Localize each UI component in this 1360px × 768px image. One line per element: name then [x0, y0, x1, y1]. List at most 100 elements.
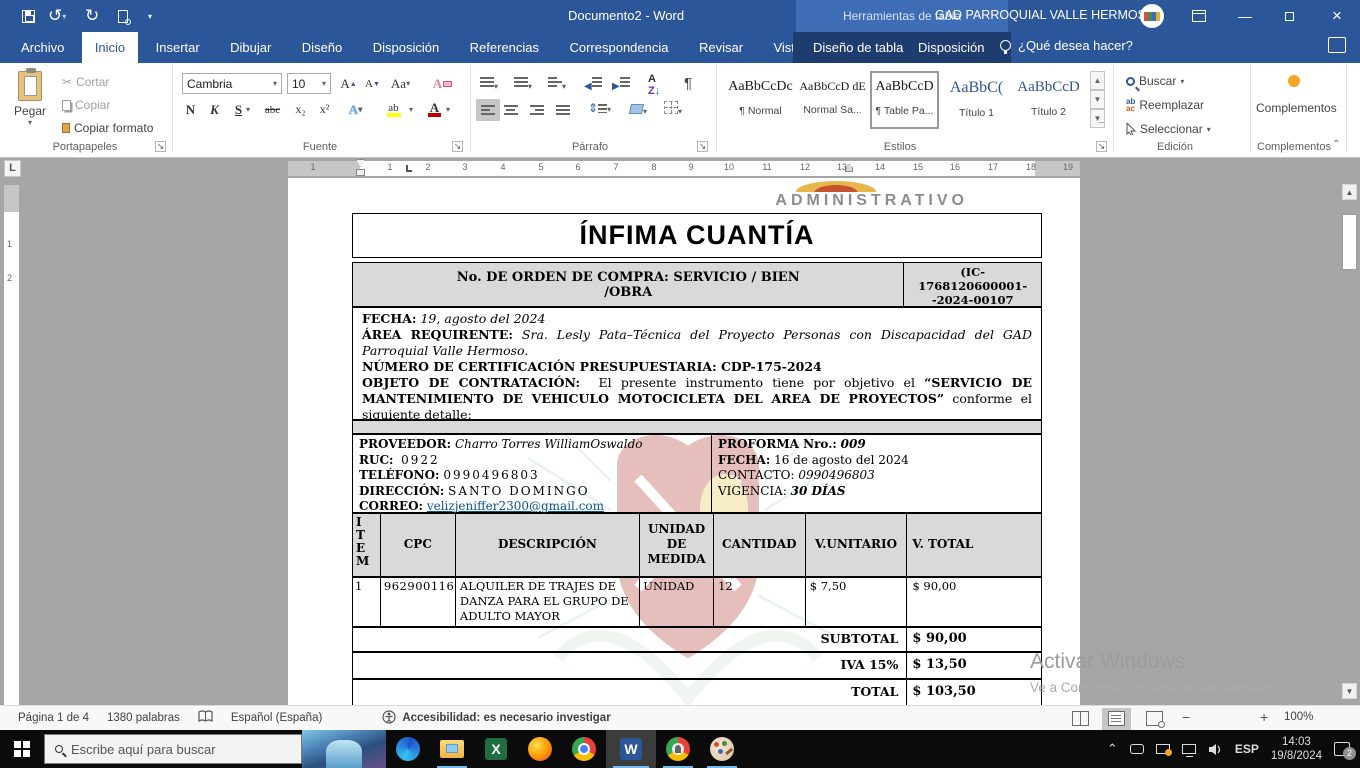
taskbar-edge-icon[interactable] — [386, 730, 430, 768]
shading-button[interactable]: ▾ — [630, 101, 647, 119]
tab-disposicion[interactable]: Disposición — [360, 32, 452, 63]
font-color-caret-icon[interactable]: ▾ — [446, 105, 450, 114]
font-color-button[interactable]: A — [424, 99, 445, 120]
bold-button[interactable]: N — [180, 99, 201, 120]
tray-language[interactable]: ESP — [1235, 742, 1259, 756]
accessibility-icon[interactable] — [382, 710, 396, 727]
tab-selector-box[interactable]: L — [4, 160, 21, 177]
vertical-ruler[interactable]: 12 — [4, 185, 19, 705]
print-preview-icon[interactable] — [118, 4, 128, 28]
superscript-button[interactable]: x² — [314, 99, 335, 120]
underline-caret-icon[interactable]: ▾ — [246, 105, 250, 114]
account-avatar[interactable] — [1140, 4, 1164, 28]
tab-disposicion-tabla[interactable]: Disposición — [905, 32, 997, 63]
save-icon[interactable] — [22, 4, 35, 28]
close-button[interactable]: × — [1320, 0, 1354, 32]
taskbar-firefox-icon[interactable] — [518, 730, 562, 768]
tab-referencias[interactable]: Referencias — [457, 32, 552, 63]
tab-stop-marker[interactable] — [406, 165, 412, 172]
tab-insertar[interactable]: Insertar — [143, 32, 213, 63]
page-indicator[interactable]: Página 1 de 4 — [18, 712, 89, 724]
sort-button[interactable]: AZ↓ — [648, 73, 660, 97]
tab-diseno-de-tabla[interactable]: Diseño de tabla — [800, 32, 916, 63]
language-indicator[interactable]: Español (España) — [231, 712, 322, 724]
decrease-indent-button[interactable]: ◀ — [584, 75, 602, 94]
text-effects-button[interactable]: A▾ — [345, 99, 366, 120]
style-titulo-2[interactable]: AaBbCcDTítulo 2 — [1014, 71, 1083, 129]
italic-button[interactable]: K — [204, 99, 225, 120]
replace-button[interactable]: abacReemplazar — [1126, 98, 1204, 112]
undo-icon[interactable]: ↺▾ — [48, 4, 66, 28]
highlight-button[interactable]: ab — [383, 99, 404, 120]
select-button[interactable]: Seleccionar▾ — [1126, 122, 1211, 136]
tab-dibujar[interactable]: Dibujar — [217, 32, 284, 63]
tell-me-box[interactable]: ¿Qué desea hacer? — [1000, 38, 1133, 53]
change-case-button[interactable]: Aa▾ — [390, 73, 411, 94]
taskbar-chrome-profile-icon[interactable] — [656, 730, 700, 768]
align-right-button[interactable] — [530, 103, 544, 122]
font-name-combo[interactable]: Cambria▾ — [182, 73, 282, 94]
restore-button[interactable] — [1272, 0, 1306, 32]
strikethrough-button[interactable]: abc — [262, 99, 283, 120]
font-size-combo[interactable]: 10▾ — [287, 73, 331, 94]
tab-archivo[interactable]: Archivo — [8, 32, 77, 63]
tray-volume-icon[interactable] — [1208, 743, 1223, 756]
redo-icon[interactable]: ↻ — [85, 4, 99, 28]
read-mode-icon[interactable] — [1072, 711, 1089, 729]
minimize-button[interactable]: — — [1228, 0, 1262, 32]
tray-network-icon[interactable] — [1182, 744, 1196, 754]
highlight-caret-icon[interactable]: ▾ — [409, 105, 413, 114]
tab-revisar[interactable]: Revisar — [686, 32, 756, 63]
borders-button[interactable]: ▾ — [664, 101, 682, 119]
account-name[interactable]: GAD PARROQUIAL VALLE HERMOSO — [935, 8, 1156, 22]
pilcrow-button[interactable]: ¶ — [684, 75, 692, 92]
shrink-font-button[interactable]: A▼ — [362, 73, 383, 94]
taskbar-paint-icon[interactable] — [700, 730, 744, 768]
zoom-out-icon[interactable]: − — [1182, 709, 1190, 725]
numbering-button[interactable]: ▾ — [514, 75, 532, 94]
bullets-button[interactable]: ▾ — [480, 75, 498, 94]
taskbar-search-input[interactable]: Escribe aquí para buscar — [44, 734, 302, 764]
align-left-button[interactable] — [476, 99, 500, 121]
scrollbar-down-icon[interactable]: ▼ — [1342, 683, 1357, 699]
web-layout-icon[interactable] — [1146, 711, 1163, 729]
tray-display-icon[interactable] — [1156, 744, 1170, 754]
align-center-button[interactable] — [504, 103, 518, 122]
justify-button[interactable] — [556, 103, 570, 122]
print-layout-icon[interactable] — [1102, 708, 1131, 732]
styles-gallery-more-icon[interactable]: ▼̲ — [1090, 109, 1105, 128]
clipboard-dialog-launcher-icon[interactable]: ↘ — [155, 141, 166, 152]
tray-chevron-icon[interactable]: ⌃ — [1107, 741, 1118, 757]
clear-formatting-button[interactable]: A — [432, 73, 453, 94]
accessibility-status[interactable]: Accesibilidad: es necesario investigar — [402, 712, 610, 724]
style-table-paragraph[interactable]: AaBbCcD¶ Table Pa... — [870, 71, 939, 129]
ribbon-display-options-icon[interactable] — [1182, 0, 1216, 32]
collapse-ribbon-icon[interactable]: ⌃ — [1332, 139, 1340, 150]
styles-gallery-up-icon[interactable]: ▲ — [1090, 71, 1105, 90]
word-count[interactable]: 1380 palabras — [107, 712, 180, 724]
multilevel-list-button[interactable]: ▾ — [548, 75, 566, 94]
style-normal-sa[interactable]: AaBbCcD dENormal Sa... — [798, 71, 867, 129]
subscript-button[interactable]: x₂ — [290, 99, 311, 120]
style-titulo-1[interactable]: AaBbC(Título 1 — [942, 71, 1011, 129]
left-indent-marker[interactable] — [356, 169, 365, 176]
document-page[interactable]: ADMINISTRATIVO ÍNFIMA CUANTÍA No. DE ORD… — [288, 178, 1080, 705]
paste-button[interactable]: Pegar ▾ — [10, 71, 50, 127]
addins-button[interactable]: Complementos — [1256, 71, 1332, 115]
format-painter-button[interactable]: Copiar formato — [62, 121, 153, 135]
taskbar-excel-icon[interactable]: X — [474, 730, 518, 768]
increase-indent-button[interactable]: ▶ — [612, 75, 630, 94]
copy-button[interactable]: Copiar — [62, 98, 110, 112]
cut-button[interactable]: ✂Cortar — [62, 75, 109, 89]
styles-dialog-launcher-icon[interactable]: ↘ — [1096, 141, 1107, 152]
tab-diseno[interactable]: Diseño — [289, 32, 355, 63]
grow-font-button[interactable]: A▲ — [338, 73, 359, 94]
search-highlight-image[interactable] — [302, 730, 386, 768]
tray-clock-app-icon[interactable] — [1130, 744, 1144, 754]
taskbar-file-explorer-icon[interactable] — [430, 730, 474, 768]
find-button[interactable]: Buscar▾ — [1126, 74, 1184, 88]
scrollbar-thumb[interactable] — [1342, 214, 1357, 270]
zoom-in-icon[interactable]: + — [1260, 709, 1268, 725]
taskbar-chrome-icon[interactable] — [562, 730, 606, 768]
styles-gallery-down-icon[interactable]: ▼ — [1090, 90, 1105, 109]
